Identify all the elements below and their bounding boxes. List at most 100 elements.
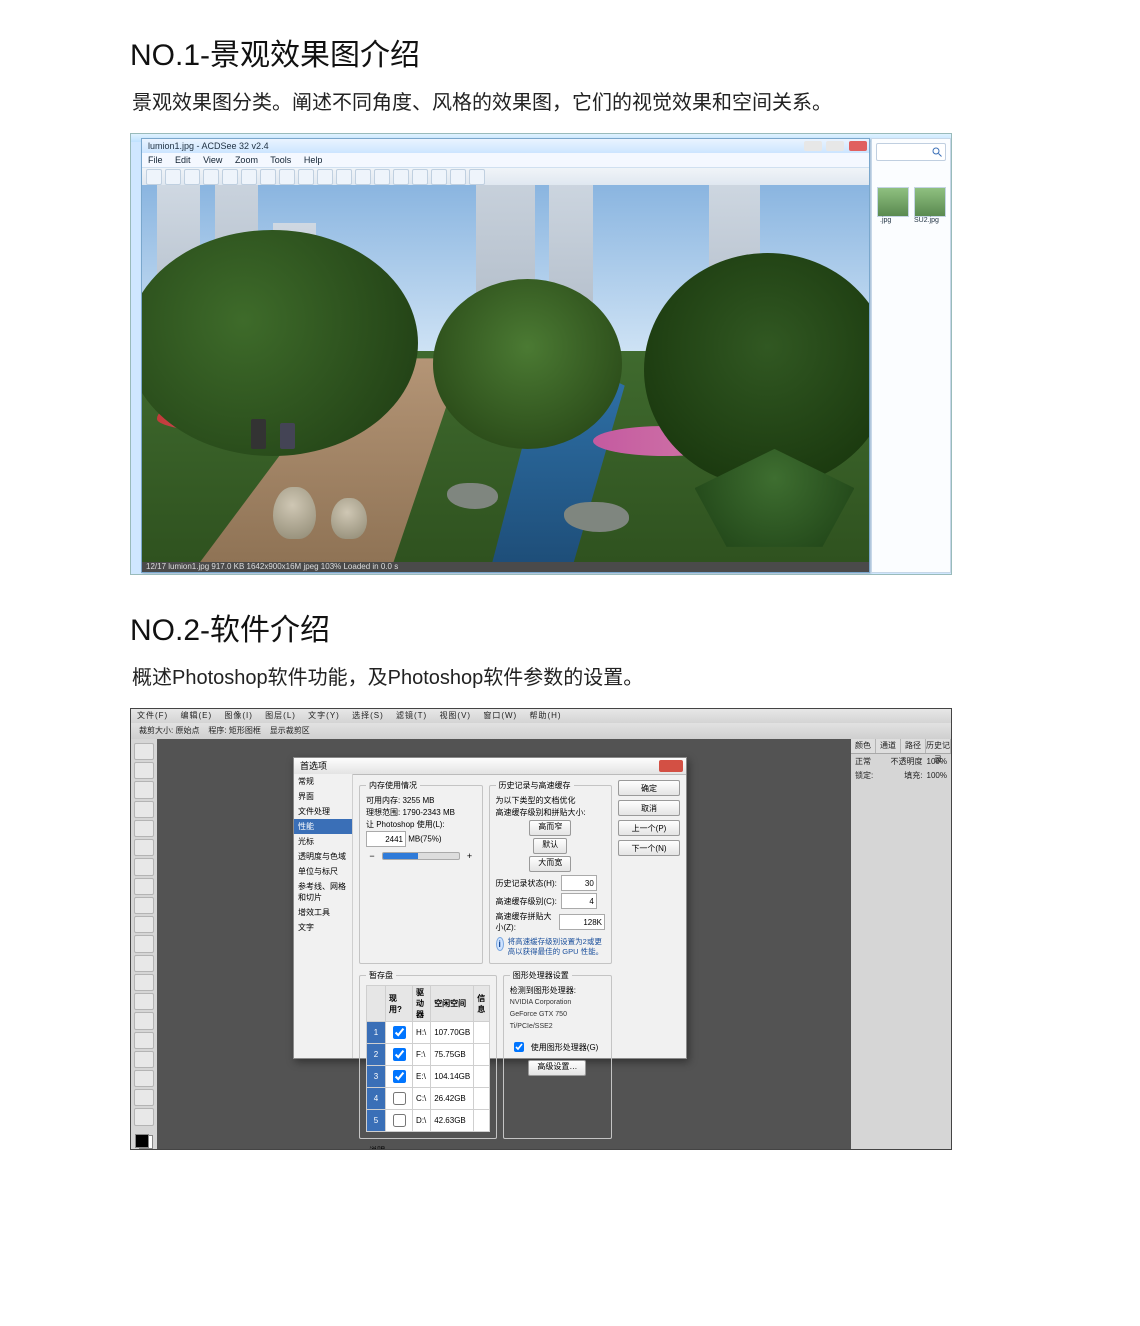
toolbar-button[interactable] <box>165 169 181 185</box>
window-maximize-button[interactable] <box>826 141 844 151</box>
tool-blur[interactable] <box>134 974 154 991</box>
toolbar-button[interactable] <box>431 169 447 185</box>
ps-menu-help[interactable]: 帮助(H) <box>529 711 561 720</box>
toolbar-button[interactable] <box>241 169 257 185</box>
tool-stamp[interactable] <box>134 897 154 914</box>
toolbar-button[interactable] <box>298 169 314 185</box>
panel-tab-history[interactable]: 历史记录 <box>926 739 951 753</box>
scratch-row[interactable]: 1H:\107.70GB <box>367 1022 490 1044</box>
toolbar-button[interactable] <box>355 169 371 185</box>
prefs-next-button[interactable]: 下一个(N) <box>618 840 680 856</box>
toolbar-button[interactable] <box>146 169 162 185</box>
opacity-value[interactable]: 100% <box>927 757 947 766</box>
hist-tile-input[interactable] <box>559 914 605 930</box>
tool-lasso[interactable] <box>134 781 154 798</box>
mem-let-input[interactable] <box>366 831 406 847</box>
ps-menu-layer[interactable]: 图层(L) <box>265 711 296 720</box>
scratch-checkbox[interactable] <box>393 1026 406 1039</box>
ps-menu-edit[interactable]: 编辑(E) <box>180 711 212 720</box>
prefs-cat-units[interactable]: 单位与标尺 <box>294 864 352 879</box>
tool-pen[interactable] <box>134 1012 154 1029</box>
tool-crop[interactable] <box>134 820 154 837</box>
hist-states-input[interactable] <box>561 875 597 891</box>
slider-plus-icon[interactable]: + <box>464 851 476 861</box>
opt-prog-value[interactable]: 矩形图框 <box>229 726 261 735</box>
toolbar-button[interactable] <box>222 169 238 185</box>
tool-brush[interactable] <box>134 878 154 895</box>
tool-history-brush[interactable] <box>134 916 154 933</box>
gpu-use-checkbox[interactable] <box>514 1042 524 1052</box>
toolbar-button[interactable] <box>469 169 485 185</box>
acdsee-menubar[interactable]: File Edit View Zoom Tools Help <box>142 153 869 168</box>
tool-dodge[interactable] <box>134 993 154 1010</box>
toolbar-button[interactable] <box>393 169 409 185</box>
scratch-row[interactable]: 3E:\104.14GB <box>367 1066 490 1088</box>
scratch-row[interactable]: 2F:\75.75GB <box>367 1044 490 1066</box>
explorer-thumbnail[interactable] <box>914 187 946 217</box>
gpu-advanced-button[interactable]: 高级设置… <box>528 1060 586 1076</box>
prefs-cat-transparency[interactable]: 透明度与色域 <box>294 849 352 864</box>
tool-path[interactable] <box>134 1051 154 1068</box>
tool-zoom[interactable] <box>134 1108 154 1125</box>
toolbar-button[interactable] <box>412 169 428 185</box>
scratch-row[interactable]: 5D:\42.63GB <box>367 1110 490 1132</box>
ps-menubar[interactable]: 文件(F) 编辑(E) 图像(I) 图层(L) 文字(Y) 选择(S) 滤镜(T… <box>131 709 951 723</box>
toolbar-button[interactable] <box>317 169 333 185</box>
tool-heal[interactable] <box>134 858 154 875</box>
toolbar-button[interactable] <box>184 169 200 185</box>
cache-tall-button[interactable]: 高而窄 <box>529 820 571 836</box>
prefs-close-button[interactable] <box>659 760 683 772</box>
fill-value[interactable]: 100% <box>927 771 947 780</box>
toolbar-button[interactable] <box>374 169 390 185</box>
menu-zoom[interactable]: Zoom <box>235 155 258 165</box>
prefs-cat-plugins[interactable]: 增效工具 <box>294 905 352 920</box>
toolbar-button[interactable] <box>260 169 276 185</box>
explorer-thumbnail[interactable] <box>877 187 909 217</box>
ps-menu-type[interactable]: 文字(Y) <box>308 711 340 720</box>
tool-move[interactable] <box>134 743 154 760</box>
explorer-search-input[interactable] <box>876 143 946 161</box>
tool-shape[interactable] <box>134 1070 154 1087</box>
ps-menu-filter[interactable]: 滤镜(T) <box>396 711 427 720</box>
tool-hand[interactable] <box>134 1089 154 1106</box>
prefs-cat-filehandling[interactable]: 文件处理 <box>294 804 352 819</box>
menu-help[interactable]: Help <box>304 155 323 165</box>
toolbar-button[interactable] <box>450 169 466 185</box>
toolbar-button[interactable] <box>336 169 352 185</box>
prefs-cat-cursor[interactable]: 光标 <box>294 834 352 849</box>
scratch-checkbox[interactable] <box>393 1048 406 1061</box>
slider-minus-icon[interactable]: − <box>366 851 378 861</box>
cache-default-button[interactable]: 默认 <box>533 838 567 854</box>
menu-tools[interactable]: Tools <box>270 155 291 165</box>
acdsee-titlebar[interactable]: lumion1.jpg - ACDSee 32 v2.4 <box>142 139 869 153</box>
tool-gradient[interactable] <box>134 955 154 972</box>
mem-slider[interactable]: − + <box>366 849 476 863</box>
tool-eraser[interactable] <box>134 935 154 952</box>
prefs-cat-general[interactable]: 常规 <box>294 774 352 789</box>
ps-menu-file[interactable]: 文件(F) <box>137 711 168 720</box>
scratch-row[interactable]: 4C:\26.42GB <box>367 1088 490 1110</box>
tool-eyedropper[interactable] <box>134 839 154 856</box>
menu-view[interactable]: View <box>203 155 222 165</box>
panel-tab-color[interactable]: 颜色 <box>851 739 876 753</box>
ps-menu-image[interactable]: 图像(I) <box>224 711 253 720</box>
ps-menu-window[interactable]: 窗口(W) <box>483 711 517 720</box>
ps-menu-select[interactable]: 选择(S) <box>352 711 384 720</box>
color-swatch[interactable] <box>135 1134 153 1149</box>
menu-file[interactable]: File <box>148 155 163 165</box>
panel-tab-channel[interactable]: 通道 <box>876 739 901 753</box>
opt-crop-preset[interactable]: 原始点 <box>175 726 199 735</box>
hist-levels-input[interactable] <box>561 893 597 909</box>
panel-tab-path[interactable]: 路径 <box>901 739 926 753</box>
prefs-cat-guides[interactable]: 参考线、网格和切片 <box>294 879 352 905</box>
prefs-cat-performance[interactable]: 性能 <box>294 819 352 834</box>
menu-edit[interactable]: Edit <box>175 155 191 165</box>
scratch-checkbox[interactable] <box>393 1092 406 1105</box>
tool-type[interactable] <box>134 1032 154 1049</box>
opt-show-crop[interactable]: 显示裁剪区 <box>270 726 310 735</box>
toolbar-button[interactable] <box>203 169 219 185</box>
blend-mode-select[interactable]: 正常 <box>855 756 871 767</box>
acdsee-image-canvas[interactable] <box>142 185 869 562</box>
tool-marquee[interactable] <box>134 762 154 779</box>
tool-wand[interactable] <box>134 801 154 818</box>
